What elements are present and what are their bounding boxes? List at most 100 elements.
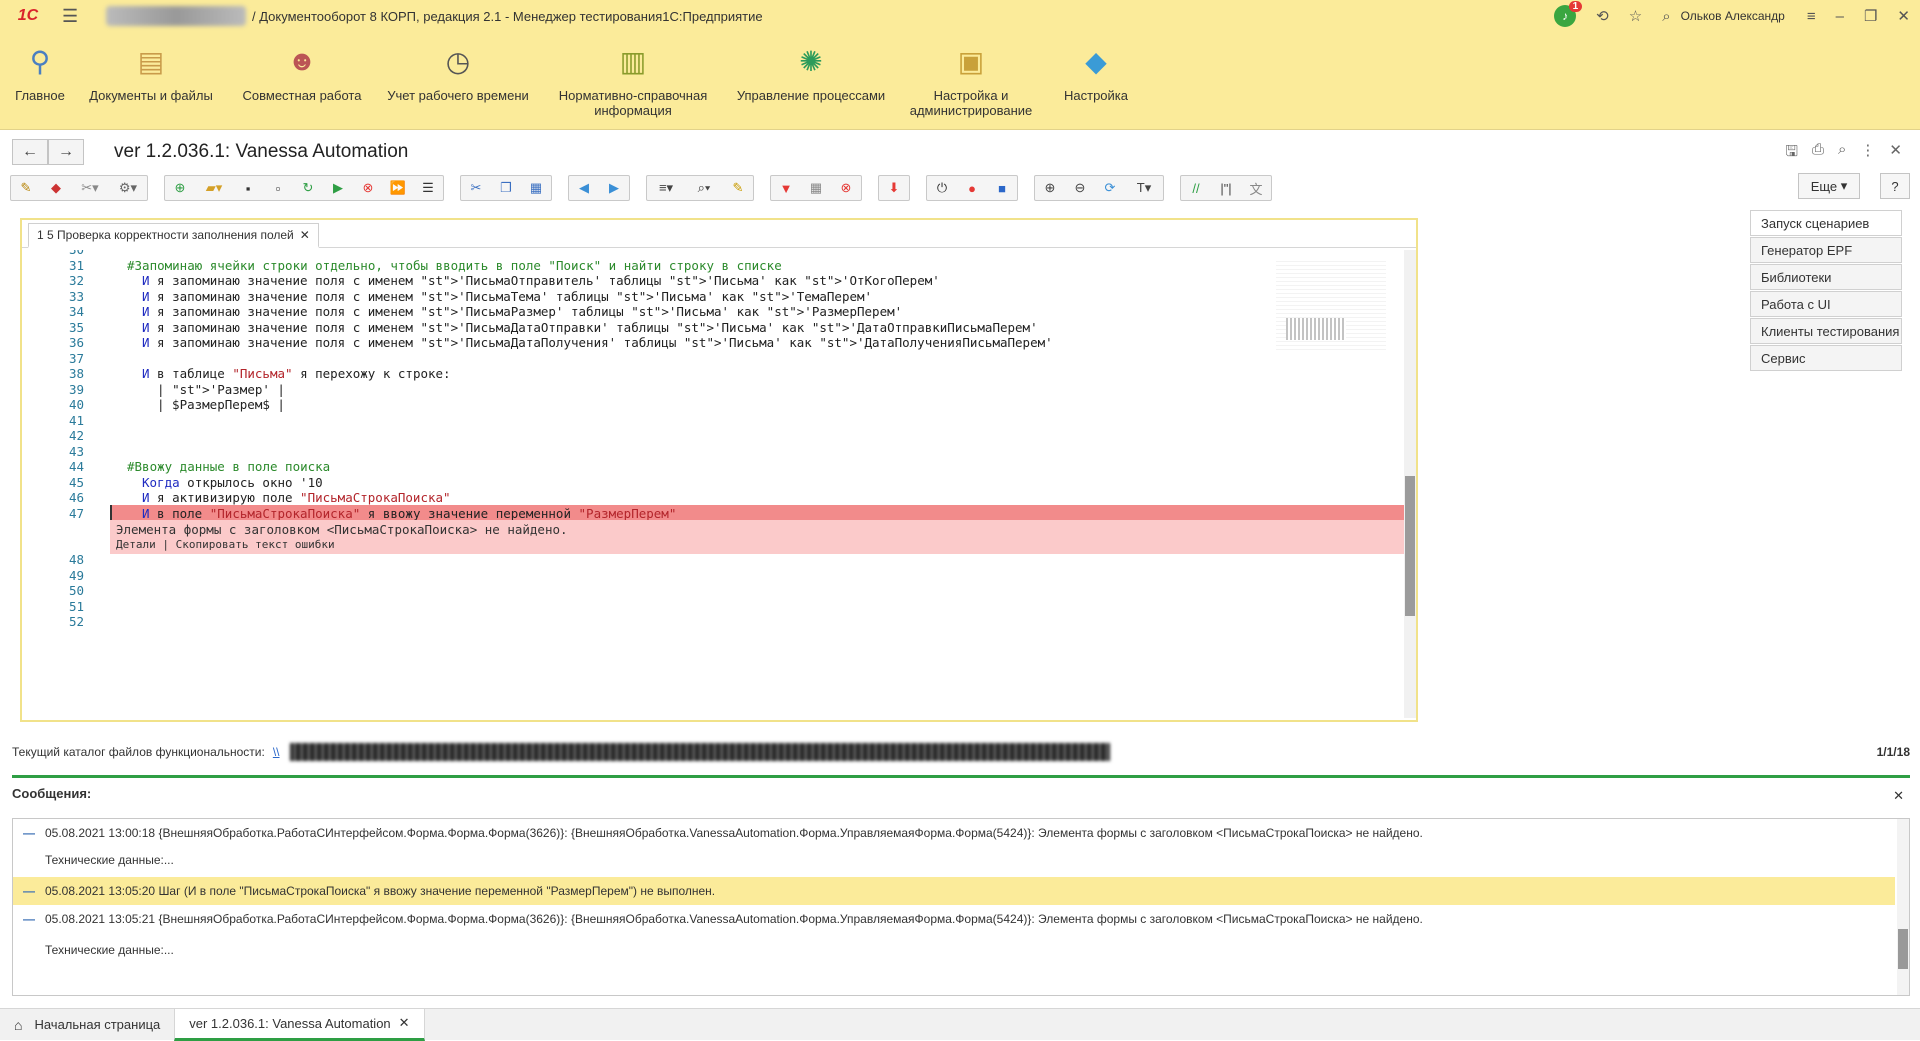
history-icon[interactable]: ⟲ — [1596, 7, 1609, 25]
maximize-icon[interactable]: ❐ — [1864, 7, 1877, 25]
error-details-link[interactable]: Детали — [116, 538, 156, 551]
side-ui-work[interactable]: Работа с UI — [1750, 291, 1902, 317]
print-icon[interactable]: ⎙ — [1812, 141, 1824, 166]
close-doc-icon[interactable]: ✕ — [1889, 141, 1902, 166]
run-icon[interactable]: ▶ — [323, 176, 353, 200]
side-run-scenarios[interactable]: Запуск сценариев — [1750, 210, 1902, 236]
code-line[interactable]: И в таблице "Письма" я перехожу к строке… — [142, 366, 451, 381]
code-line[interactable]: И я запоминаю значение поля с именем "st… — [142, 289, 872, 304]
cancel-icon[interactable]: ⊗ — [831, 176, 861, 200]
list-dropdown-icon[interactable]: ≡▾ — [647, 176, 685, 200]
sync-icon[interactable]: ⟳ — [1095, 176, 1125, 200]
side-epf-generator[interactable]: Генератор EPF — [1750, 237, 1902, 263]
more-icon[interactable]: ⋮ — [1860, 141, 1875, 166]
comment-icon[interactable]: // — [1181, 176, 1211, 200]
more-button[interactable]: Еще ▾ — [1798, 173, 1860, 199]
side-test-clients[interactable]: Клиенты тестирования — [1750, 318, 1902, 344]
section-main[interactable]: ⚲ Главное — [10, 32, 70, 129]
code-line[interactable]: #Ввожу данные в поле поиска — [127, 459, 330, 474]
settings-menu-icon[interactable]: ≡ — [1807, 8, 1816, 25]
side-service[interactable]: Сервис — [1750, 345, 1902, 371]
help-button[interactable]: ? — [1880, 173, 1910, 199]
power-icon[interactable]: ⏻ — [927, 176, 957, 200]
section-collaboration[interactable]: ☻ Совместная работа — [242, 32, 362, 129]
code-line[interactable]: И я активизирую поле "ПисьмаСтрокаПоиска… — [142, 490, 451, 505]
file-tab[interactable]: 1 5 Проверка корректности заполнения пол… — [28, 223, 319, 248]
steps-icon[interactable]: ☰ — [413, 176, 443, 200]
notifications-button[interactable]: ♪ 1 — [1554, 1, 1583, 27]
code-line[interactable]: | $РазмерПерем$ | — [157, 397, 285, 412]
stop-icon[interactable]: ⊗ — [353, 176, 383, 200]
feature-tools-icon[interactable]: ✎ — [11, 176, 41, 200]
save-icon[interactable]: 🖫 — [1785, 141, 1798, 166]
code-line[interactable]: И я запоминаю значение поля с именем "st… — [142, 320, 1038, 335]
tech-data-link[interactable]: Технические данные:... — [45, 943, 174, 957]
code-line[interactable]: И я запоминаю значение поля с именем "st… — [142, 335, 1053, 350]
paste-icon[interactable]: ▦ — [521, 176, 551, 200]
zoom-in-icon[interactable]: ⊕ — [1035, 176, 1065, 200]
next-icon[interactable]: ▶ — [599, 176, 629, 200]
tools-dropdown-icon[interactable]: ✂▾ — [71, 176, 109, 200]
copy-icon[interactable]: ❐ — [491, 176, 521, 200]
section-documents[interactable]: ▤ Документы и файлы — [86, 32, 216, 129]
record-icon[interactable]: ● — [957, 176, 987, 200]
code-line[interactable]: И я запоминаю значение поля с именем "st… — [142, 304, 902, 319]
close-tab-icon[interactable]: ✕ — [300, 228, 310, 242]
find-dropdown-icon[interactable]: ⌕▾ — [685, 176, 723, 200]
tab-vanessa[interactable]: ver 1.2.036.1: Vanessa Automation ✕ — [174, 1008, 425, 1041]
back-button[interactable]: ← — [12, 139, 48, 165]
error-copy-link[interactable]: Скопировать текст ошибки — [176, 538, 335, 551]
rules-icon[interactable]: ◆ — [41, 176, 71, 200]
menu-icon[interactable]: ☰ — [62, 6, 84, 27]
section-worktime[interactable]: ◷ Учет рабочего времени — [386, 32, 530, 129]
clear-icon[interactable]: ✎ — [723, 176, 753, 200]
search-icon[interactable]: ⌕ — [1662, 8, 1670, 25]
download-icon[interactable]: ⬇ — [879, 176, 909, 200]
refresh-icon[interactable]: ↻ — [293, 176, 323, 200]
section-reference[interactable]: ▥ Нормативно-справочная информация — [558, 32, 708, 129]
gear-icon[interactable]: ⚙▾ — [109, 176, 147, 200]
message-item[interactable]: — 05.08.2021 13:00:18 {ВнешняяОбработка.… — [13, 819, 1895, 847]
prev-icon[interactable]: ◀ — [569, 176, 599, 200]
message-item-highlighted[interactable]: — 05.08.2021 13:05:20 Шаг (И в поле "Пис… — [13, 877, 1895, 905]
cut-icon[interactable]: ✂ — [461, 176, 491, 200]
run-all-icon[interactable]: ⏩ — [383, 176, 413, 200]
messages-scrollbar[interactable] — [1897, 819, 1909, 995]
section-settings[interactable]: ◆ Настройка — [1056, 32, 1136, 129]
close-icon[interactable]: ✕ — [1897, 7, 1910, 25]
star-icon[interactable]: ☆ — [1629, 7, 1642, 25]
collapse-icon[interactable]: ▼ — [771, 176, 801, 200]
code-line[interactable]: И я запоминаю значение поля с именем "st… — [142, 273, 940, 288]
tech-data-link[interactable]: Технические данные:... — [45, 853, 174, 867]
scrollbar-thumb[interactable] — [1405, 476, 1415, 616]
code-line[interactable]: И в поле "ПисьмаСтрокаПоиска" я ввожу зн… — [142, 506, 676, 521]
code-line[interactable]: Когда открылось окно '10 — [142, 475, 323, 490]
add-icon[interactable]: ⊕ — [165, 176, 195, 200]
scrollbar-thumb[interactable] — [1898, 929, 1908, 969]
close-messages-icon[interactable]: ✕ — [1893, 788, 1904, 804]
stop-record-icon[interactable]: ■ — [987, 176, 1017, 200]
close-tab-icon[interactable]: ✕ — [399, 1015, 410, 1031]
table-icon[interactable]: ▦ — [801, 176, 831, 200]
code-line[interactable]: | "st">'Размер' | — [157, 382, 285, 397]
zoom-out-icon[interactable]: ⊖ — [1065, 176, 1095, 200]
save-all-icon[interactable]: ▫ — [263, 176, 293, 200]
section-processes[interactable]: ✺ Управление процессами — [736, 32, 886, 129]
preview-icon[interactable]: ⌕ — [1838, 141, 1846, 166]
code-line[interactable]: #Запоминаю ячейки строки отдельно, чтобы… — [127, 258, 782, 273]
side-libraries[interactable]: Библиотеки — [1750, 264, 1902, 290]
editor-scrollbar[interactable] — [1404, 250, 1416, 718]
catalog-path-prefix[interactable]: \\ — [273, 745, 280, 759]
code-minimap[interactable] — [1276, 258, 1386, 350]
code-editor[interactable]: 3031 #Запоминаю ячейки строки отдельно, ч… — [22, 250, 1404, 720]
translate-icon[interactable]: 文 — [1241, 176, 1271, 200]
quote-icon[interactable]: |"| — [1211, 176, 1241, 200]
font-dropdown-icon[interactable]: T▾ — [1125, 176, 1163, 200]
tab-home[interactable]: ⌂ Начальная страница — [0, 1009, 174, 1041]
user-name[interactable]: Ольков Александр — [1681, 9, 1785, 23]
section-administration[interactable]: ▣ Настройка и администрирование — [908, 32, 1034, 129]
minimize-icon[interactable]: – — [1836, 8, 1844, 25]
save-file-icon[interactable]: ▪ — [233, 176, 263, 200]
message-item[interactable]: — 05.08.2021 13:05:21 {ВнешняяОбработка.… — [13, 905, 1895, 933]
forward-button[interactable]: → — [48, 139, 84, 165]
